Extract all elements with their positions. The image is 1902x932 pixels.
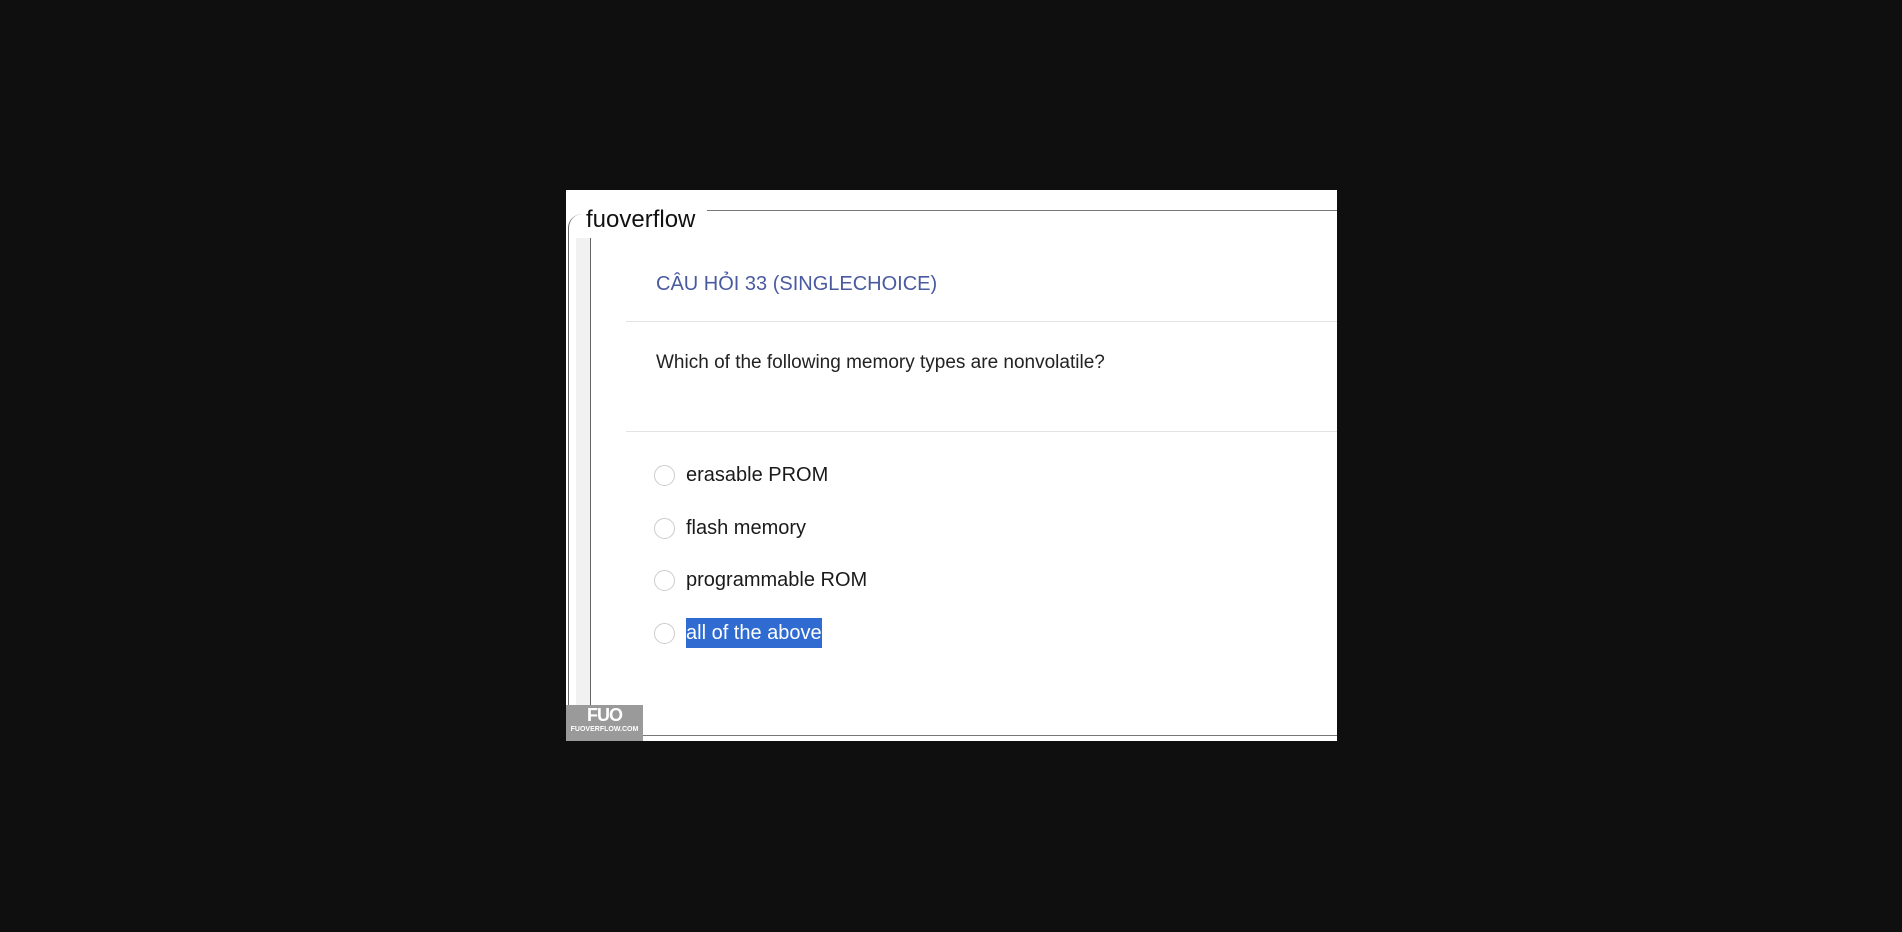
option-label: flash memory [686,517,807,539]
question-text: Which of the following memory types are … [656,352,1105,373]
radio-button[interactable] [654,464,675,486]
frame-left-strip [576,238,590,738]
logo-mark: FUO [587,705,623,725]
option-erasable-prom[interactable]: erasable PROM [654,459,828,491]
quiz-panel: fuoverflow CÂU HỎI 33 (SINGLECHOICE) Whi… [566,190,1337,741]
frame-bottom-border [566,735,1337,736]
divider [626,431,1337,432]
brand-label: fuoverflow [584,206,698,234]
option-all-of-the-above[interactable]: all of the above [654,617,822,649]
option-label: programmable ROM [686,569,868,591]
radio-button[interactable] [654,622,675,644]
question-title: CÂU HỎI 33 (SINGLECHOICE) [656,273,938,295]
frame-top-border [707,210,1337,211]
frame-inner-border [590,238,591,738]
option-label: erasable PROM [686,464,829,486]
option-label-selected-text: all of the above [686,618,822,648]
option-flash-memory[interactable]: flash memory [654,512,806,544]
radio-button[interactable] [654,569,675,591]
fuo-watermark-logo: FUO FUOVERFLOW.COM [566,705,643,741]
divider [626,321,1337,322]
option-programmable-rom[interactable]: programmable ROM [654,564,867,596]
radio-button[interactable] [654,517,675,539]
logo-site: FUOVERFLOW.COM [570,726,639,733]
